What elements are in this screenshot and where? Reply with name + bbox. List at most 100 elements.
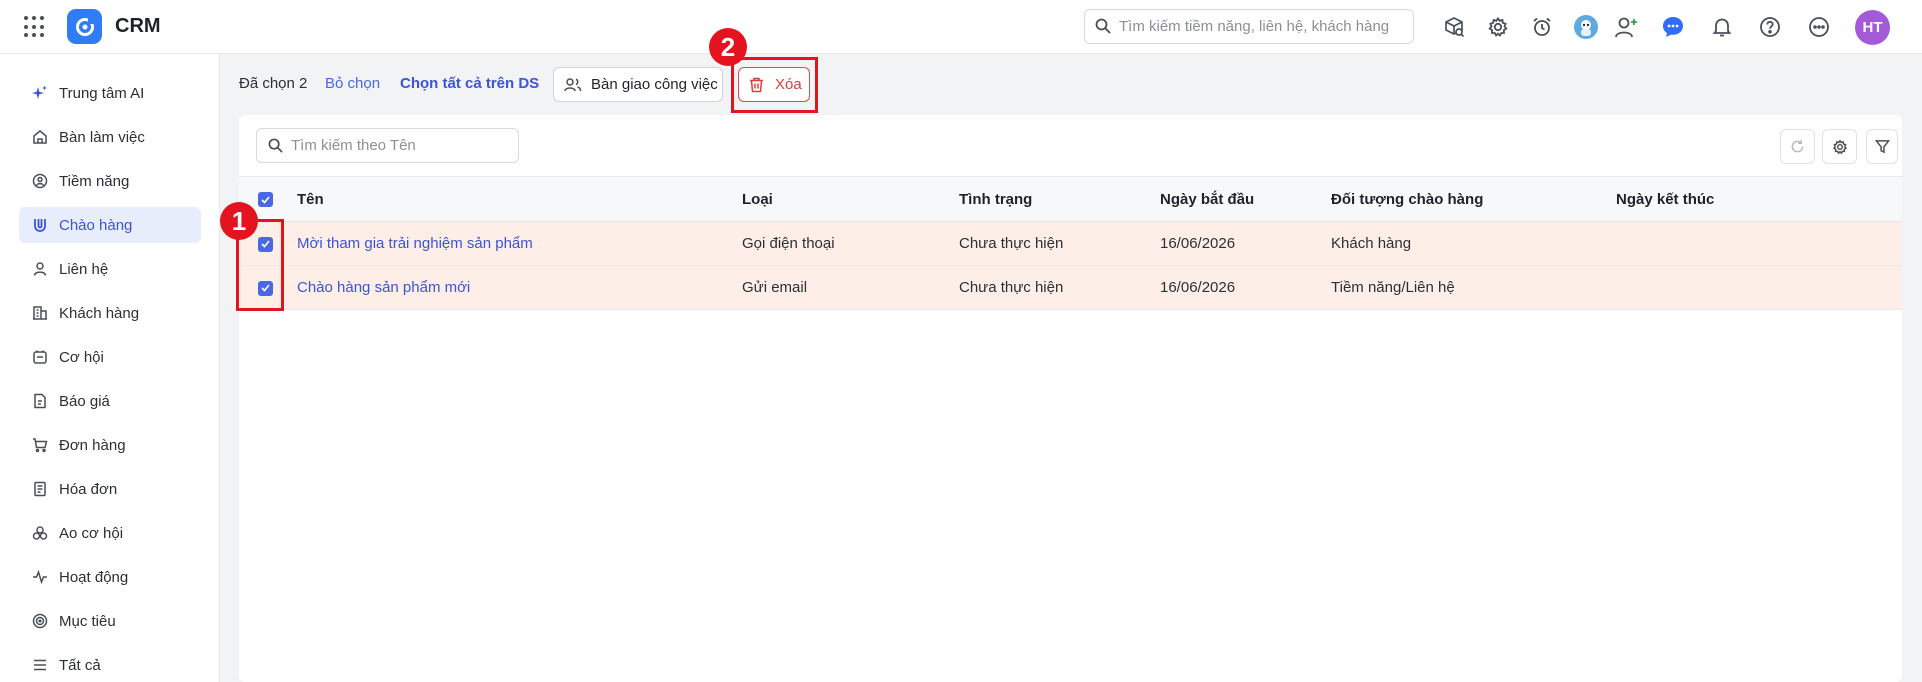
sidebar-item-label: Báo giá: [59, 392, 110, 410]
gear-icon[interactable]: [1484, 13, 1512, 41]
sidebar-item-all[interactable]: Tất cả: [19, 647, 201, 682]
cell-start-date: 16/06/2026: [1160, 265, 1331, 310]
main-content: Đã chọn 2 Bỏ chọn Chọn tất cả trên DS Bà…: [220, 54, 1922, 682]
sidebar-item-workspace[interactable]: Bàn làm việc: [19, 119, 201, 155]
sidebar-item-label: Chào hàng: [59, 216, 133, 234]
sparkle-icon: [32, 85, 48, 101]
highlight-box-delete: [731, 57, 818, 113]
cell-end-date: [1616, 221, 1902, 266]
campaign-name-link[interactable]: Chào hàng sản phẩm mới: [297, 279, 470, 296]
cell-type: Gửi email: [742, 265, 959, 310]
cell-target: Khách hàng: [1331, 221, 1616, 266]
table-row[interactable]: Mời tham gia trải nghiệm sản phẩm Gọi đi…: [239, 221, 1902, 266]
column-header-type[interactable]: Loại: [742, 176, 959, 222]
sidebar-item-campaigns[interactable]: Chào hàng: [19, 207, 201, 243]
sidebar-item-label: Liên hệ: [59, 260, 109, 278]
select-all-link[interactable]: Chọn tất cả trên DS: [400, 75, 539, 92]
step-badge-2: 2: [709, 28, 747, 66]
search-icon: [1095, 18, 1111, 39]
help-icon[interactable]: [1756, 13, 1784, 41]
sidebar-item-activities[interactable]: Hoạt động: [19, 559, 201, 595]
header-checkbox[interactable]: [258, 192, 273, 208]
opportunity-icon: [32, 349, 48, 365]
contact-icon: [32, 261, 48, 277]
campaign-table: Tên Loại Tình trạng Ngày bắt đầu Đối tượ…: [239, 176, 1902, 310]
sidebar-item-customers[interactable]: Khách hàng: [19, 295, 201, 331]
sidebar-item-label: Tất cả: [59, 656, 101, 674]
sidebar-item-quotes[interactable]: Báo giá: [19, 383, 201, 419]
quote-icon: [32, 393, 48, 409]
user-avatar[interactable]: HT: [1855, 10, 1890, 45]
column-header-status[interactable]: Tình trạng: [959, 176, 1160, 222]
add-user-icon[interactable]: [1613, 13, 1641, 41]
app-title: CRM: [115, 15, 161, 37]
refresh-button[interactable]: [1780, 129, 1815, 164]
cell-type: Gọi điện thoại: [742, 221, 959, 266]
sidebar-item-goals[interactable]: Mục tiêu: [19, 603, 201, 639]
name-search[interactable]: [256, 128, 519, 163]
sidebar-item-orders[interactable]: Đơn hàng: [19, 427, 201, 463]
cart-icon: [32, 437, 48, 453]
column-header-name[interactable]: Tên: [297, 176, 742, 222]
menu-icon: [32, 657, 48, 673]
cell-status: Chưa thực hiện: [959, 265, 1160, 310]
global-search-input[interactable]: [1119, 11, 1409, 42]
package-search-icon[interactable]: [1440, 13, 1468, 41]
filter-icon: [1874, 139, 1890, 154]
cell-status: Chưa thực hiện: [959, 221, 1160, 266]
cell-start-date: 16/06/2026: [1160, 221, 1331, 266]
chat-icon[interactable]: [1659, 13, 1687, 41]
sidebar-item-label: Trung tâm AI: [59, 84, 145, 102]
sidebar-item-opportunities[interactable]: Cơ hội: [19, 339, 201, 375]
app-launcher-icon[interactable]: [24, 16, 46, 38]
sidebar-item-ai-center[interactable]: Trung tâm AI: [19, 75, 201, 111]
global-search[interactable]: [1084, 9, 1414, 44]
sidebar: Trung tâm AI Bàn làm việc Tiềm năng Chào…: [0, 54, 220, 682]
target-icon: [32, 613, 48, 629]
deselect-link[interactable]: Bỏ chọn: [325, 75, 380, 92]
campaign-name-link[interactable]: Mời tham gia trải nghiệm sản phẩm: [297, 235, 533, 252]
assign-work-button[interactable]: Bàn giao công việc: [553, 67, 723, 102]
table-header: Tên Loại Tình trạng Ngày bắt đầu Đối tượ…: [239, 176, 1902, 222]
bell-icon[interactable]: [1708, 13, 1736, 41]
alarm-clock-icon[interactable]: [1528, 13, 1556, 41]
cell-target: Tiềm năng/Liên hệ: [1331, 265, 1616, 310]
building-icon: [32, 305, 48, 321]
crm-logo-icon: [67, 9, 102, 44]
sidebar-item-label: Hóa đơn: [59, 480, 118, 498]
name-search-input[interactable]: [291, 130, 511, 161]
magnet-icon: [32, 217, 48, 233]
sidebar-item-opportunity-pool[interactable]: Ao cơ hội: [19, 515, 201, 551]
sidebar-item-label: Đơn hàng: [59, 436, 126, 454]
selected-count: Đã chọn 2: [239, 75, 308, 92]
cell-end-date: [1616, 265, 1902, 310]
sidebar-item-label: Hoạt động: [59, 568, 129, 586]
sidebar-item-contacts[interactable]: Liên hệ: [19, 251, 201, 287]
sidebar-item-label: Tiềm năng: [59, 172, 130, 190]
filter-button[interactable]: [1866, 129, 1898, 164]
search-icon: [268, 138, 283, 158]
refresh-icon: [1790, 139, 1805, 154]
sidebar-item-label: Khách hàng: [59, 304, 140, 322]
column-header-start-date[interactable]: Ngày bắt đầu: [1160, 176, 1331, 222]
activity-icon: [32, 569, 48, 585]
list-panel: Tên Loại Tình trạng Ngày bắt đầu Đối tượ…: [239, 115, 1902, 682]
pool-icon: [32, 525, 48, 541]
sidebar-item-leads[interactable]: Tiềm năng: [19, 163, 201, 199]
ai-assistant-icon[interactable]: [1572, 13, 1600, 41]
step-badge-1: 1: [220, 202, 258, 240]
assign-users-icon: [564, 77, 582, 93]
column-header-target[interactable]: Đối tượng chào hàng: [1331, 176, 1616, 222]
lead-icon: [32, 173, 48, 189]
settings-button[interactable]: [1822, 129, 1857, 164]
sidebar-item-label: Mục tiêu: [59, 612, 116, 630]
more-options-icon[interactable]: [1805, 13, 1833, 41]
top-header: CRM HT: [0, 0, 1922, 54]
gear-icon: [1832, 139, 1848, 155]
assign-work-label: Bàn giao công việc: [591, 76, 718, 93]
column-header-end-date[interactable]: Ngày kết thúc: [1616, 176, 1902, 222]
home-icon: [32, 129, 48, 145]
sidebar-item-invoices[interactable]: Hóa đơn: [19, 471, 201, 507]
sidebar-item-label: Ao cơ hội: [59, 524, 124, 542]
table-row[interactable]: Chào hàng sản phẩm mới Gửi email Chưa th…: [239, 265, 1902, 310]
